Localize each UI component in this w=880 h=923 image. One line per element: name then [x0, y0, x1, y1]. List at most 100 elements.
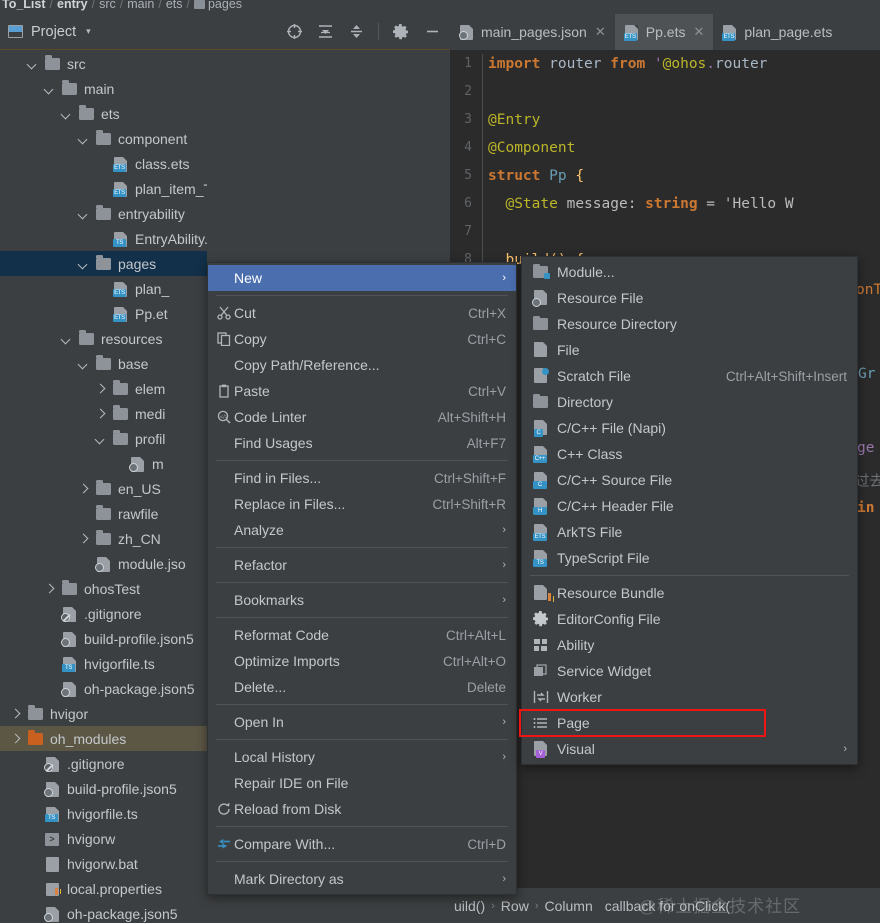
menu-item-code-linter[interactable]: </> Code Linter Alt+Shift+H — [208, 404, 516, 430]
settings-gear-icon[interactable] — [392, 23, 410, 41]
menu-item-mark-directory-as[interactable]: Mark Directory as › — [208, 866, 516, 892]
tree-row[interactable]: hvigor — [0, 701, 207, 726]
tree-row[interactable]: profil — [0, 426, 207, 451]
chevron-down-icon[interactable]: ▾ — [86, 26, 91, 37]
menu-item-compare-with[interactable]: Compare With... Ctrl+D — [208, 831, 516, 857]
breadcrumb-item-ets[interactable]: ets — [166, 0, 183, 11]
breadcrumb-item-to_list[interactable]: To_List — [2, 0, 46, 11]
submenu-item-directory[interactable]: Directory — [522, 389, 857, 415]
menu-item-bookmarks[interactable]: Bookmarks › — [208, 587, 516, 613]
tree-row[interactable]: oh-package.json5 — [0, 901, 207, 923]
tree-row[interactable]: ETS Pp.et — [0, 301, 207, 326]
code-line[interactable]: @State message: string = 'Hello W — [488, 190, 880, 218]
submenu-item-service-widget[interactable]: Service Widget — [522, 658, 857, 684]
submenu-item-page[interactable]: Page — [522, 710, 857, 736]
status-crumb[interactable]: Column — [544, 898, 592, 914]
tree-row[interactable]: build-profile.json5 — [0, 626, 207, 651]
editor-tab[interactable]: main_pages.json ✕ — [450, 14, 615, 50]
tree-row[interactable]: ets — [0, 101, 207, 126]
menu-item-reload-from-disk[interactable]: Reload from Disk — [208, 796, 516, 822]
submenu-item-ability[interactable]: Ability — [522, 632, 857, 658]
breadcrumb[interactable]: To_List / entry / src / main / ets / pages — [0, 0, 450, 13]
tree-row[interactable]: component — [0, 126, 207, 151]
submenu-item-resource-bundle[interactable]: Resource Bundle — [522, 580, 857, 606]
hide-panel-icon[interactable] — [423, 23, 441, 41]
menu-item-open-in[interactable]: Open In › — [208, 709, 516, 735]
chevron-down-icon[interactable] — [44, 83, 56, 95]
chevron-right-icon[interactable] — [95, 383, 107, 395]
breadcrumb-item-entry[interactable]: entry — [57, 0, 88, 11]
tree-row[interactable]: rawfile — [0, 501, 207, 526]
menu-item-delete[interactable]: Delete... Delete — [208, 674, 516, 700]
menu-item-repair-ide-on-file[interactable]: Repair IDE on File — [208, 770, 516, 796]
code-line[interactable]: import router from '@ohos.router — [488, 50, 880, 78]
menu-item-cut[interactable]: Cut Ctrl+X — [208, 300, 516, 326]
code-line[interactable] — [488, 78, 880, 106]
submenu-item-module[interactable]: Module... — [522, 259, 857, 285]
tree-row[interactable]: zh_CN — [0, 526, 207, 551]
tree-row[interactable]: module.jso — [0, 551, 207, 576]
breadcrumb-item-src[interactable]: src — [99, 0, 116, 11]
chevron-down-icon[interactable] — [61, 333, 73, 345]
tree-row[interactable]: hvigorw.bat — [0, 851, 207, 876]
submenu-item-c-class[interactable]: C++ C++ Class — [522, 441, 857, 467]
tree-row[interactable]: src — [0, 51, 207, 76]
tree-row[interactable]: local.properties — [0, 876, 207, 901]
new-submenu[interactable]: Module... Resource File Resource Directory… — [521, 256, 858, 765]
chevron-down-icon[interactable] — [27, 58, 39, 70]
tree-row[interactable]: resources — [0, 326, 207, 351]
submenu-item-c-c-source-file[interactable]: C C/C++ Source File — [522, 467, 857, 493]
breadcrumb-item-pages[interactable]: pages — [193, 0, 242, 11]
menu-item-optimize-imports[interactable]: Optimize Imports Ctrl+Alt+O — [208, 648, 516, 674]
context-menu[interactable]: New › Cut Ctrl+X Copy Ctrl+C Copy Path/Referen… — [207, 262, 517, 895]
chevron-right-icon[interactable] — [10, 708, 22, 720]
tree-row[interactable]: base — [0, 351, 207, 376]
submenu-item-resource-file[interactable]: Resource File — [522, 285, 857, 311]
code-line[interactable] — [488, 218, 880, 246]
locate-icon[interactable] — [285, 23, 303, 41]
project-tree[interactable]: src main ets component ETS class.ets ETS plan_i… — [0, 51, 207, 923]
tree-row[interactable]: oh-package.json5 — [0, 676, 207, 701]
chevron-down-icon[interactable] — [95, 433, 107, 445]
submenu-item-scratch-file[interactable]: Scratch File Ctrl+Alt+Shift+Insert — [522, 363, 857, 389]
tree-row[interactable]: ETS plan_item_ToDo.ets — [0, 176, 207, 201]
menu-item-copy[interactable]: Copy Ctrl+C — [208, 326, 516, 352]
tree-row[interactable]: ohosTest — [0, 576, 207, 601]
collapse-all-icon[interactable] — [347, 23, 365, 41]
tree-row[interactable]: .gitignore — [0, 601, 207, 626]
menu-item-refactor[interactable]: Refactor › — [208, 552, 516, 578]
code-line[interactable]: @Component — [488, 134, 880, 162]
tree-row[interactable]: en_US — [0, 476, 207, 501]
menu-item-reformat-code[interactable]: Reformat Code Ctrl+Alt+L — [208, 622, 516, 648]
submenu-item-visual[interactable]: V Visual › — [522, 736, 857, 762]
tree-row[interactable]: TS hvigorfile.ts — [0, 801, 207, 826]
submenu-item-arkts-file[interactable]: ETS ArkTS File — [522, 519, 857, 545]
code-content[interactable]: import router from '@ohos.router @Entry @… — [488, 50, 880, 274]
tree-row[interactable]: > hvigorw — [0, 826, 207, 851]
menu-item-copy-path-reference[interactable]: Copy Path/Reference... — [208, 352, 516, 378]
chevron-right-icon[interactable] — [95, 408, 107, 420]
chevron-down-icon[interactable] — [78, 258, 90, 270]
menu-item-paste[interactable]: Paste Ctrl+V — [208, 378, 516, 404]
chevron-down-icon[interactable] — [78, 133, 90, 145]
menu-item-local-history[interactable]: Local History › — [208, 744, 516, 770]
menu-item-new[interactable]: New › — [208, 265, 516, 291]
tree-row[interactable]: elem — [0, 376, 207, 401]
chevron-down-icon[interactable] — [61, 108, 73, 120]
submenu-item-file[interactable]: File — [522, 337, 857, 363]
tree-row[interactable]: .gitignore — [0, 751, 207, 776]
code-line[interactable]: struct Pp { — [488, 162, 880, 190]
tree-row[interactable]: TS EntryAbility.ts — [0, 226, 207, 251]
tree-row[interactable]: oh_modules — [0, 726, 207, 751]
tree-row[interactable]: pages — [0, 251, 207, 276]
editor-tab[interactable]: ETS Pp.ets ✕ — [614, 14, 714, 50]
tree-row[interactable]: build-profile.json5 — [0, 776, 207, 801]
tree-row[interactable]: medi — [0, 401, 207, 426]
close-icon[interactable]: ✕ — [693, 24, 704, 40]
chevron-right-icon[interactable] — [44, 583, 56, 595]
menu-item-replace-in-files[interactable]: Replace in Files... Ctrl+Shift+R — [208, 491, 516, 517]
breadcrumb-item-main[interactable]: main — [127, 0, 154, 11]
tree-row[interactable]: ETS plan_ — [0, 276, 207, 301]
chevron-right-icon[interactable] — [78, 533, 90, 545]
submenu-item-typescript-file[interactable]: TS TypeScript File — [522, 545, 857, 571]
